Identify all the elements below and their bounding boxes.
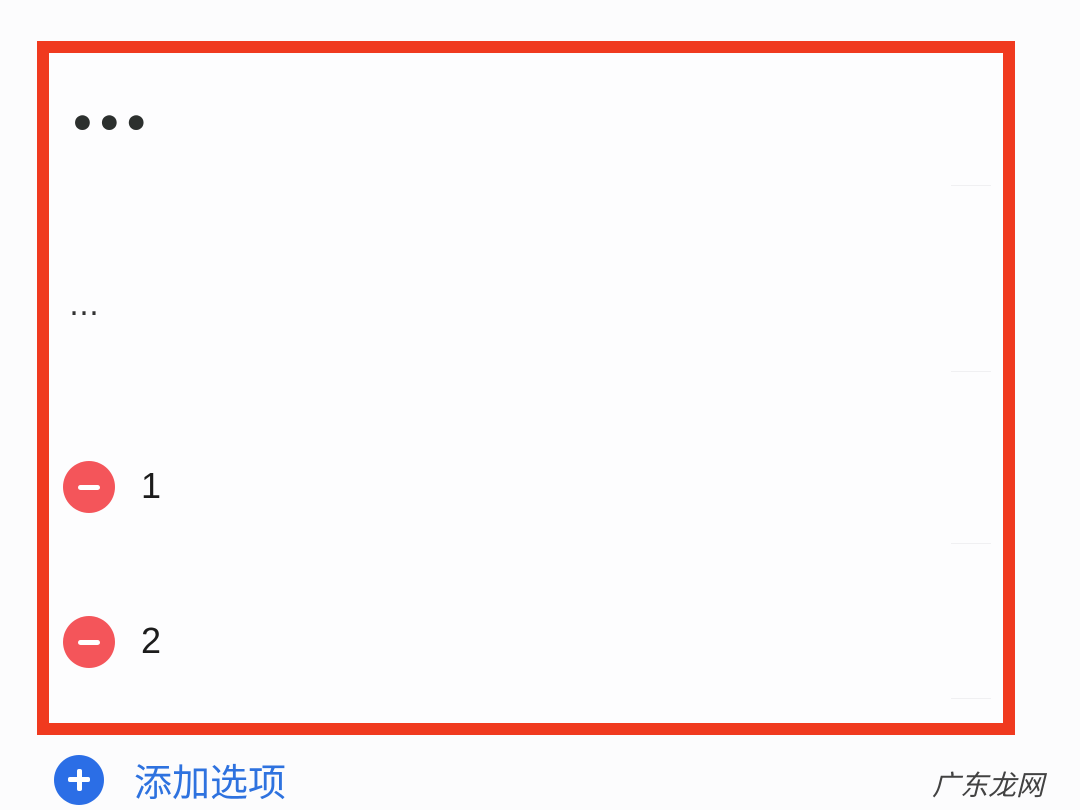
divider xyxy=(951,543,991,544)
minus-circle-icon xyxy=(78,639,100,645)
divider xyxy=(951,371,991,372)
divider xyxy=(951,698,991,699)
add-option-button[interactable]: 添加选项 xyxy=(54,752,286,807)
watermark: 广东龙网 xyxy=(931,769,1044,802)
divider xyxy=(951,185,991,186)
minus-circle-icon xyxy=(78,484,100,490)
option-label[interactable]: 2 xyxy=(141,620,161,662)
question-description-placeholder[interactable]: … xyxy=(69,291,99,321)
option-label[interactable]: 1 xyxy=(141,465,161,507)
plus-circle-icon xyxy=(54,754,104,805)
highlight-frame: ••• … 1 2 xyxy=(37,41,1015,735)
remove-option-button[interactable] xyxy=(63,616,115,668)
remove-option-button[interactable] xyxy=(63,461,115,513)
add-option-label: 添加选项 xyxy=(134,761,287,805)
question-title-placeholder[interactable]: ••• xyxy=(69,103,150,145)
